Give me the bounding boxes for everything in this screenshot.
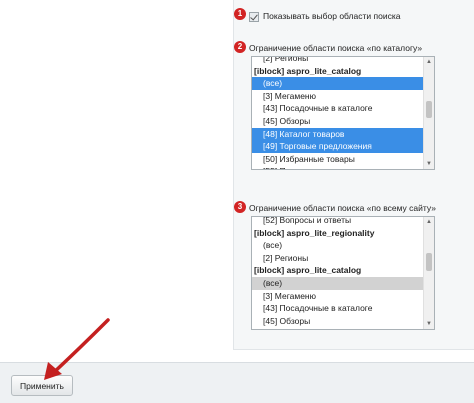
list-option[interactable]: (все) [252,276,423,290]
scroll-down-icon[interactable]: ▼ [424,159,434,169]
scroll-up-icon[interactable]: ▲ [424,57,434,67]
site-restriction-listbox[interactable]: [52] Вопросы и ответы [iblock] aspro_lite… [251,216,435,330]
list-option[interactable]: [52] Вопросы и ответы [252,217,423,227]
step-marker-1: 1 [234,8,246,20]
list-option[interactable]: [50] Избранные товары [252,153,423,166]
list-option[interactable]: [49] Торговые предложения [252,140,423,153]
catalog-restriction-label: Ограничение области поиска «по каталогу» [249,43,423,53]
list-option[interactable]: [55] Перекрестные продажи [252,165,423,169]
show-search-area-checkbox[interactable] [249,12,259,22]
list-option[interactable]: [3] Мегаменю [252,290,423,303]
list-option[interactable]: [iblock] aspro_lite_regionality [252,227,423,240]
step-marker-2: 2 [234,41,246,53]
list-option[interactable]: (все) [252,77,423,90]
list-option[interactable]: [48] Каталог товаров [252,327,423,329]
site-listbox-scrollbar[interactable]: ▲ ▼ [423,217,434,329]
catalog-listbox-scrollbar[interactable]: ▲ ▼ [423,57,434,169]
list-option[interactable]: [3] Мегаменю [252,90,423,103]
show-search-area-label: Показывать выбор области поиска [263,11,401,21]
list-option[interactable]: (все) [252,239,423,252]
list-option[interactable]: [2] Регионы [252,252,423,265]
list-option[interactable]: [43] Посадочные в каталоге [252,302,423,315]
scroll-down-icon[interactable]: ▼ [424,319,434,329]
scroll-thumb[interactable] [426,101,432,118]
scroll-up-icon[interactable]: ▲ [424,217,434,227]
list-option[interactable]: [48] Каталог товаров [252,127,423,141]
list-option[interactable]: [45] Обзоры [252,115,423,128]
scroll-thumb[interactable] [426,253,432,271]
catalog-restriction-listbox[interactable]: [2] Регионы [iblock] aspro_lite_catalog (в… [251,56,435,170]
list-option[interactable]: [45] Обзоры [252,315,423,328]
list-option[interactable]: [2] Регионы [252,57,423,65]
pointer-arrow-icon [44,318,110,380]
site-restriction-label: Ограничение области поиска «по всему сай… [249,203,436,213]
list-option[interactable]: [iblock] aspro_lite_catalog [252,65,423,78]
list-option[interactable]: [43] Посадочные в каталоге [252,102,423,115]
list-option[interactable]: [iblock] aspro_lite_catalog [252,264,423,277]
step-marker-3: 3 [234,201,246,213]
